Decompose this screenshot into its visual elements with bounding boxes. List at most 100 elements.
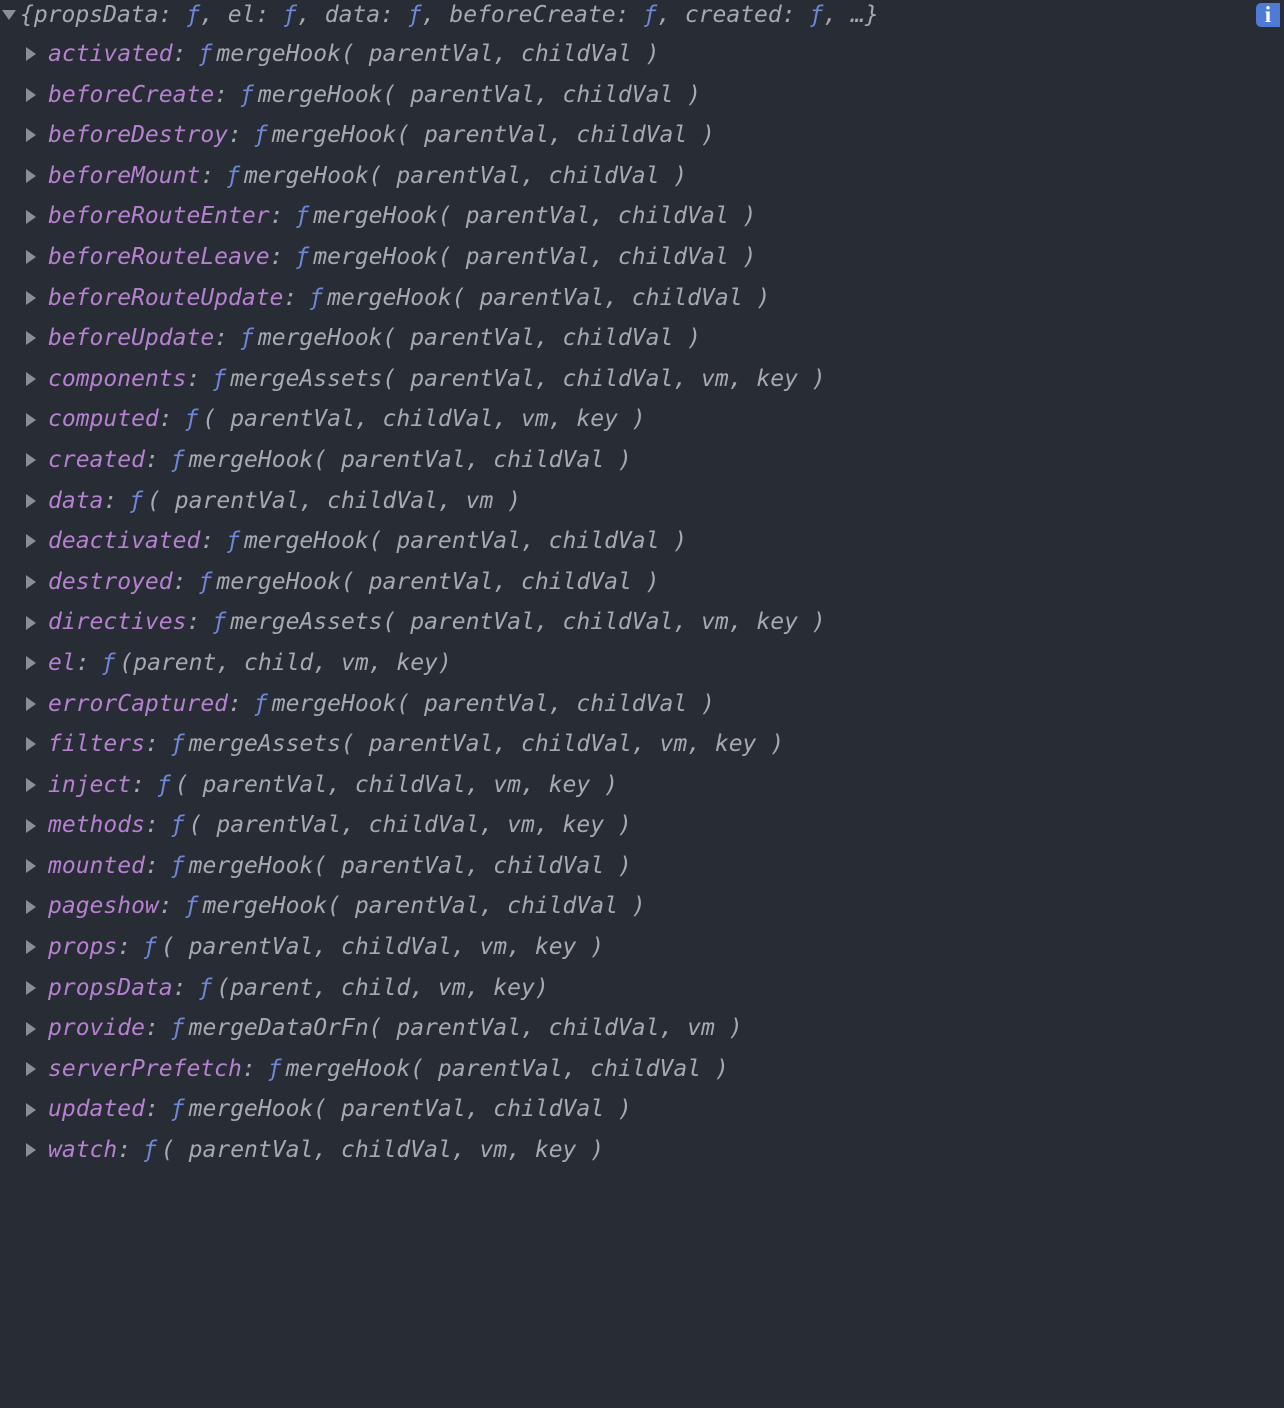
property-row[interactable]: inject:ƒ ( parentVal, childVal, vm, key … bbox=[0, 765, 1284, 806]
property-row[interactable]: beforeUpdate:ƒ mergeHook( parentVal, chi… bbox=[0, 318, 1284, 359]
expand-right-icon[interactable] bbox=[26, 250, 36, 264]
expand-right-icon[interactable] bbox=[26, 737, 36, 751]
property-key: filters bbox=[48, 724, 145, 765]
property-row[interactable]: propsData:ƒ (parent, child, vm, key) bbox=[0, 968, 1284, 1009]
function-args: ( parentVal, childVal ) bbox=[327, 886, 646, 927]
property-row[interactable]: updated:ƒ mergeHook( parentVal, childVal… bbox=[0, 1089, 1284, 1130]
expand-right-icon[interactable] bbox=[26, 1143, 36, 1157]
expand-right-icon[interactable] bbox=[26, 900, 36, 914]
property-row[interactable]: el:ƒ (parent, child, vm, key) bbox=[0, 643, 1284, 684]
expand-right-icon[interactable] bbox=[26, 1062, 36, 1076]
expand-down-icon[interactable] bbox=[2, 10, 16, 20]
expand-right-icon[interactable] bbox=[26, 534, 36, 548]
property-row[interactable]: mounted:ƒ mergeHook( parentVal, childVal… bbox=[0, 846, 1284, 887]
expand-right-icon[interactable] bbox=[26, 575, 36, 589]
expand-right-icon[interactable] bbox=[26, 656, 36, 670]
property-row[interactable]: components:ƒ mergeAssets( parentVal, chi… bbox=[0, 359, 1284, 400]
function-args: ( parentVal, childVal ) bbox=[438, 196, 757, 237]
object-summary-row[interactable]: {propsData: ƒ, el: ƒ, data: ƒ, beforeCre… bbox=[0, 2, 1284, 34]
expand-right-icon[interactable] bbox=[26, 494, 36, 508]
function-glyph: ƒ bbox=[212, 359, 226, 400]
expand-right-icon[interactable] bbox=[26, 453, 36, 467]
expand-right-icon[interactable] bbox=[26, 413, 36, 427]
property-key: data bbox=[48, 481, 103, 522]
expand-right-icon[interactable] bbox=[26, 1022, 36, 1036]
expand-right-icon[interactable] bbox=[26, 291, 36, 305]
expand-right-icon[interactable] bbox=[26, 372, 36, 386]
property-row[interactable]: serverPrefetch:ƒ mergeHook( parentVal, c… bbox=[0, 1049, 1284, 1090]
property-row[interactable]: beforeRouteUpdate:ƒ mergeHook( parentVal… bbox=[0, 278, 1284, 319]
colon: : bbox=[103, 481, 117, 522]
colon: : bbox=[145, 805, 159, 846]
expand-right-icon[interactable] bbox=[26, 88, 36, 102]
function-name: mergeHook bbox=[203, 886, 328, 927]
expand-right-icon[interactable] bbox=[26, 981, 36, 995]
colon: : bbox=[200, 521, 214, 562]
property-key: updated bbox=[48, 1089, 145, 1130]
function-glyph: ƒ bbox=[129, 481, 143, 522]
function-name: mergeAssets bbox=[230, 602, 382, 643]
function-args: ( parentVal, childVal ) bbox=[383, 318, 702, 359]
property-row[interactable]: beforeMount:ƒ mergeHook( parentVal, chil… bbox=[0, 156, 1284, 197]
property-row[interactable]: beforeCreate:ƒ mergeHook( parentVal, chi… bbox=[0, 75, 1284, 116]
function-name: mergeHook bbox=[216, 562, 341, 603]
function-glyph: ƒ bbox=[198, 34, 212, 75]
function-name: mergeHook bbox=[258, 318, 383, 359]
function-args: ( parentVal, childVal ) bbox=[313, 846, 632, 887]
object-viewer: {propsData: ƒ, el: ƒ, data: ƒ, beforeCre… bbox=[0, 0, 1284, 1175]
expand-right-icon[interactable] bbox=[26, 169, 36, 183]
function-args: ( parentVal, childVal ) bbox=[410, 1049, 729, 1090]
colon: : bbox=[131, 765, 145, 806]
expand-right-icon[interactable] bbox=[26, 616, 36, 630]
function-glyph: ƒ bbox=[198, 968, 212, 1009]
property-row[interactable]: created:ƒ mergeHook( parentVal, childVal… bbox=[0, 440, 1284, 481]
function-name: mergeHook bbox=[189, 846, 314, 887]
property-row[interactable]: destroyed:ƒ mergeHook( parentVal, childV… bbox=[0, 562, 1284, 603]
function-glyph: ƒ bbox=[295, 196, 309, 237]
property-key: propsData bbox=[48, 968, 173, 1009]
expand-right-icon[interactable] bbox=[26, 778, 36, 792]
function-glyph: ƒ bbox=[102, 643, 116, 684]
expand-right-icon[interactable] bbox=[26, 331, 36, 345]
expand-right-icon[interactable] bbox=[26, 210, 36, 224]
colon: : bbox=[214, 75, 228, 116]
function-glyph: ƒ bbox=[185, 399, 199, 440]
property-row[interactable]: beforeRouteLeave:ƒ mergeHook( parentVal,… bbox=[0, 237, 1284, 278]
expand-right-icon[interactable] bbox=[26, 1103, 36, 1117]
expand-right-icon[interactable] bbox=[26, 859, 36, 873]
function-glyph: ƒ bbox=[295, 237, 309, 278]
property-row[interactable]: activated:ƒ mergeHook( parentVal, childV… bbox=[0, 34, 1284, 75]
function-args: ( parentVal, childVal ) bbox=[396, 684, 715, 725]
property-row[interactable]: provide:ƒ mergeDataOrFn( parentVal, chil… bbox=[0, 1008, 1284, 1049]
property-row[interactable]: computed:ƒ ( parentVal, childVal, vm, ke… bbox=[0, 399, 1284, 440]
expand-right-icon[interactable] bbox=[26, 128, 36, 142]
function-name: mergeHook bbox=[244, 521, 369, 562]
property-row[interactable]: filters:ƒ mergeAssets( parentVal, childV… bbox=[0, 724, 1284, 765]
expand-right-icon[interactable] bbox=[26, 47, 36, 61]
property-row[interactable]: pageshow:ƒ mergeHook( parentVal, childVa… bbox=[0, 886, 1284, 927]
property-row[interactable]: beforeRouteEnter:ƒ mergeHook( parentVal,… bbox=[0, 196, 1284, 237]
function-name: mergeHook bbox=[189, 440, 314, 481]
function-name: mergeAssets bbox=[230, 359, 382, 400]
function-name: mergeHook bbox=[286, 1049, 411, 1090]
info-icon[interactable]: i bbox=[1256, 3, 1280, 27]
function-args: ( parentVal, childVal, vm ) bbox=[369, 1008, 743, 1049]
expand-right-icon[interactable] bbox=[26, 697, 36, 711]
expand-right-icon[interactable] bbox=[26, 940, 36, 954]
function-name: mergeHook bbox=[327, 278, 452, 319]
function-glyph: ƒ bbox=[226, 521, 240, 562]
property-key: inject bbox=[48, 765, 131, 806]
object-properties-list: activated:ƒ mergeHook( parentVal, childV… bbox=[0, 34, 1284, 1171]
expand-right-icon[interactable] bbox=[26, 819, 36, 833]
property-row[interactable]: errorCaptured:ƒ mergeHook( parentVal, ch… bbox=[0, 684, 1284, 725]
property-row[interactable]: deactivated:ƒ mergeHook( parentVal, chil… bbox=[0, 521, 1284, 562]
property-row[interactable]: watch:ƒ ( parentVal, childVal, vm, key ) bbox=[0, 1130, 1284, 1171]
colon: : bbox=[228, 115, 242, 156]
property-row[interactable]: data:ƒ ( parentVal, childVal, vm ) bbox=[0, 481, 1284, 522]
function-args: (parent, child, vm, key) bbox=[216, 968, 548, 1009]
property-row[interactable]: directives:ƒ mergeAssets( parentVal, chi… bbox=[0, 602, 1284, 643]
property-row[interactable]: methods:ƒ ( parentVal, childVal, vm, key… bbox=[0, 805, 1284, 846]
property-row[interactable]: beforeDestroy:ƒ mergeHook( parentVal, ch… bbox=[0, 115, 1284, 156]
function-name: mergeHook bbox=[244, 156, 369, 197]
property-row[interactable]: props:ƒ ( parentVal, childVal, vm, key ) bbox=[0, 927, 1284, 968]
